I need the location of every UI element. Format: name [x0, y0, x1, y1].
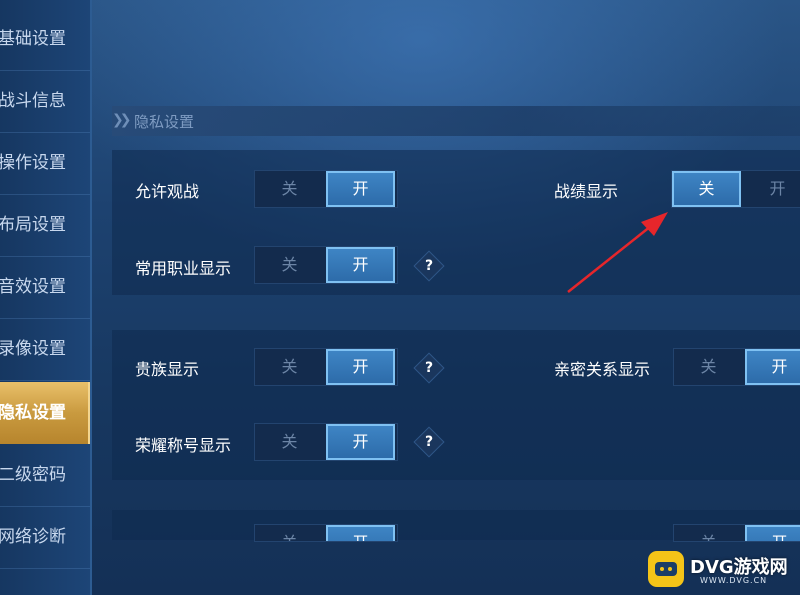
gamepad-logo-icon [648, 551, 684, 587]
settings-screen: 基础设置 战斗信息 操作设置 布局设置 音效设置 录像设置 隐私设置 二级密码 … [0, 0, 800, 595]
annotation-arrow-head [641, 212, 668, 236]
annotation-arrow [567, 212, 668, 293]
annotation-arrow-shaft [567, 225, 652, 293]
watermark-url: WWW.DVG.CN [700, 576, 768, 585]
site-watermark: DVG游戏网 WWW.DVG.CN [648, 545, 798, 593]
